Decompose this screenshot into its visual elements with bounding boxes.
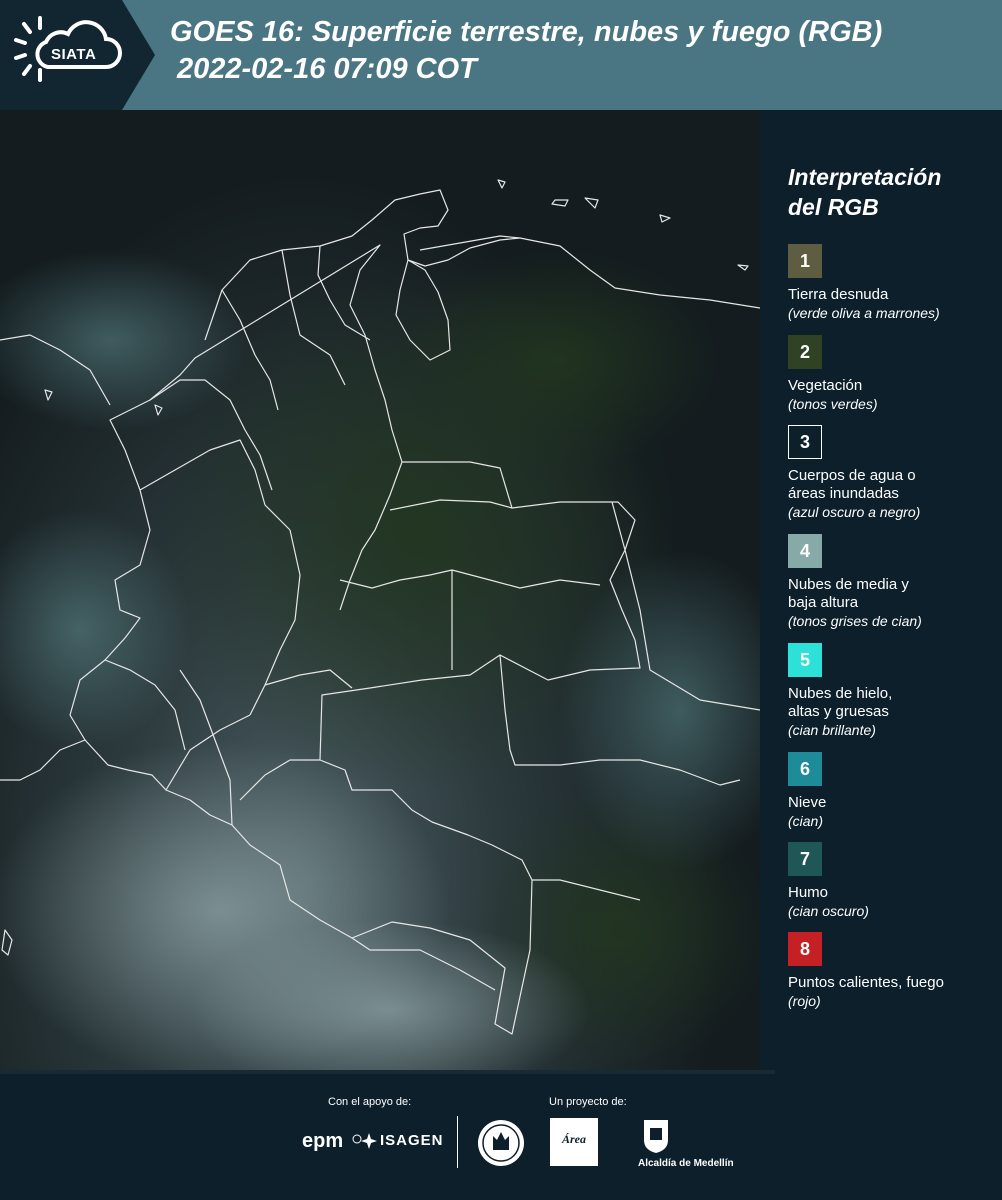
legend-label-line: Nubes de media y — [788, 576, 909, 593]
rgb-legend: Interpretación del RGB 1 Tierra desnuda … — [760, 110, 1002, 1070]
legend-item-label: Puntos calientes, fuego — [788, 974, 998, 992]
footer: Con el apoyo de: Un proyecto de: epm ISA… — [0, 1074, 1002, 1200]
legend-title: Interpretación del RGB — [788, 162, 988, 222]
satellite-map[interactable] — [0, 110, 760, 1070]
legend-swatch: 5 — [788, 643, 822, 677]
legend-title-line-2: del RGB — [788, 194, 879, 220]
legend-swatch: 7 — [788, 842, 822, 876]
legend-item-bare-soil: 1 Tierra desnuda (verde oliva a marrones… — [788, 244, 998, 322]
legend-label-line: baja altura — [788, 594, 859, 611]
legend-item-sub: (cian oscuro) — [788, 903, 869, 919]
alcaldia-label: Alcaldía de Medellín — [638, 1158, 734, 1169]
title-line-2: 2022-02-16 07:09 COT — [177, 53, 477, 85]
area-metropolitana-logo: Área — [550, 1118, 598, 1166]
legend-item-label: Humo — [788, 884, 998, 902]
legend-item-snow: 6 Nieve (cian) — [788, 752, 998, 830]
legend-item-label: Nubes de hielo, altas y gruesas — [788, 685, 998, 721]
isagen-logo: ISAGEN — [380, 1132, 444, 1149]
island-outline — [584, 197, 599, 209]
support-label: Con el apoyo de: — [328, 1096, 412, 1108]
legend-swatch: 4 — [788, 534, 822, 568]
legend-item-ice-clouds: 5 Nubes de hielo, altas y gruesas (cian … — [788, 643, 998, 739]
legend-label-line: Vegetación — [788, 377, 863, 394]
legend-item-label: Vegetación — [788, 377, 998, 395]
legend-swatch: 2 — [788, 335, 822, 369]
legend-item-sub: (rojo) — [788, 993, 821, 1009]
legend-label-line: Tierra desnuda — [788, 286, 889, 303]
island-outline — [551, 199, 569, 207]
legend-item-low-clouds: 4 Nubes de media y baja altura (tonos gr… — [788, 534, 998, 630]
vegetation-area — [400, 250, 720, 470]
legend-item-label: Cuerpos de agua o áreas inundadas — [788, 467, 998, 503]
legend-swatch: 6 — [788, 752, 822, 786]
legend-item-fire: 8 Puntos calientes, fuego (rojo) — [788, 932, 998, 1010]
island-outline — [737, 264, 749, 271]
legend-item-label: Nubes de media y baja altura — [788, 576, 998, 612]
legend-item-sub: (tonos grises de cian) — [788, 613, 922, 629]
isagen-star-icon — [361, 1133, 377, 1149]
legend-item-sub: (cian) — [788, 813, 824, 829]
legend-item-label: Tierra desnuda — [788, 286, 998, 304]
legend-item-water: 3 Cuerpos de agua o áreas inundadas (azu… — [788, 425, 998, 521]
page-title: GOES 16: Superficie terrestre, nubes y f… — [170, 14, 1000, 88]
legend-item-vegetation: 2 Vegetación (tonos verdes) — [788, 335, 998, 413]
area-logo-text: Área — [562, 1132, 586, 1146]
siata-logo-text: SIATA — [51, 46, 97, 63]
legend-label-line: Cuerpos de agua o — [788, 467, 916, 484]
legend-item-label: Nieve — [788, 794, 998, 812]
legend-label-line: Humo — [788, 884, 829, 901]
footer-divider — [457, 1116, 458, 1168]
legend-label-line: Nubes de hielo, — [788, 685, 893, 702]
map-canvas — [0, 179, 760, 1070]
legend-label-line: Nieve — [788, 794, 827, 811]
title-line-1: GOES 16: Superficie terrestre, nubes y f… — [170, 16, 883, 48]
island-outline — [497, 179, 506, 189]
medellin-coat-of-arms-icon — [644, 1120, 668, 1153]
legend-swatch: 1 — [788, 244, 822, 278]
legend-label-line: áreas inundadas — [788, 485, 899, 502]
legend-swatch: 8 — [788, 932, 822, 966]
legend-label-line: altas y gruesas — [788, 703, 889, 720]
legend-title-line-1: Interpretación — [788, 164, 942, 190]
epm-logo: epm — [302, 1130, 344, 1152]
legend-item-sub: (azul oscuro a negro) — [788, 504, 921, 520]
university-seal-icon — [478, 1120, 524, 1166]
legend-item-smoke: 7 Humo (cian oscuro) — [788, 842, 998, 920]
legend-label-line: Puntos calientes, fuego — [788, 974, 944, 991]
legend-swatch: 3 — [788, 425, 822, 459]
project-label: Un proyecto de: — [549, 1096, 627, 1108]
island-outline — [659, 214, 671, 223]
legend-item-sub: (cian brillante) — [788, 722, 876, 738]
legend-item-sub: (verde oliva a marrones) — [788, 305, 940, 321]
header-bar: SIATA GOES 16: Superficie terrestre, nub… — [0, 0, 1002, 110]
legend-item-sub: (tonos verdes) — [788, 396, 878, 412]
